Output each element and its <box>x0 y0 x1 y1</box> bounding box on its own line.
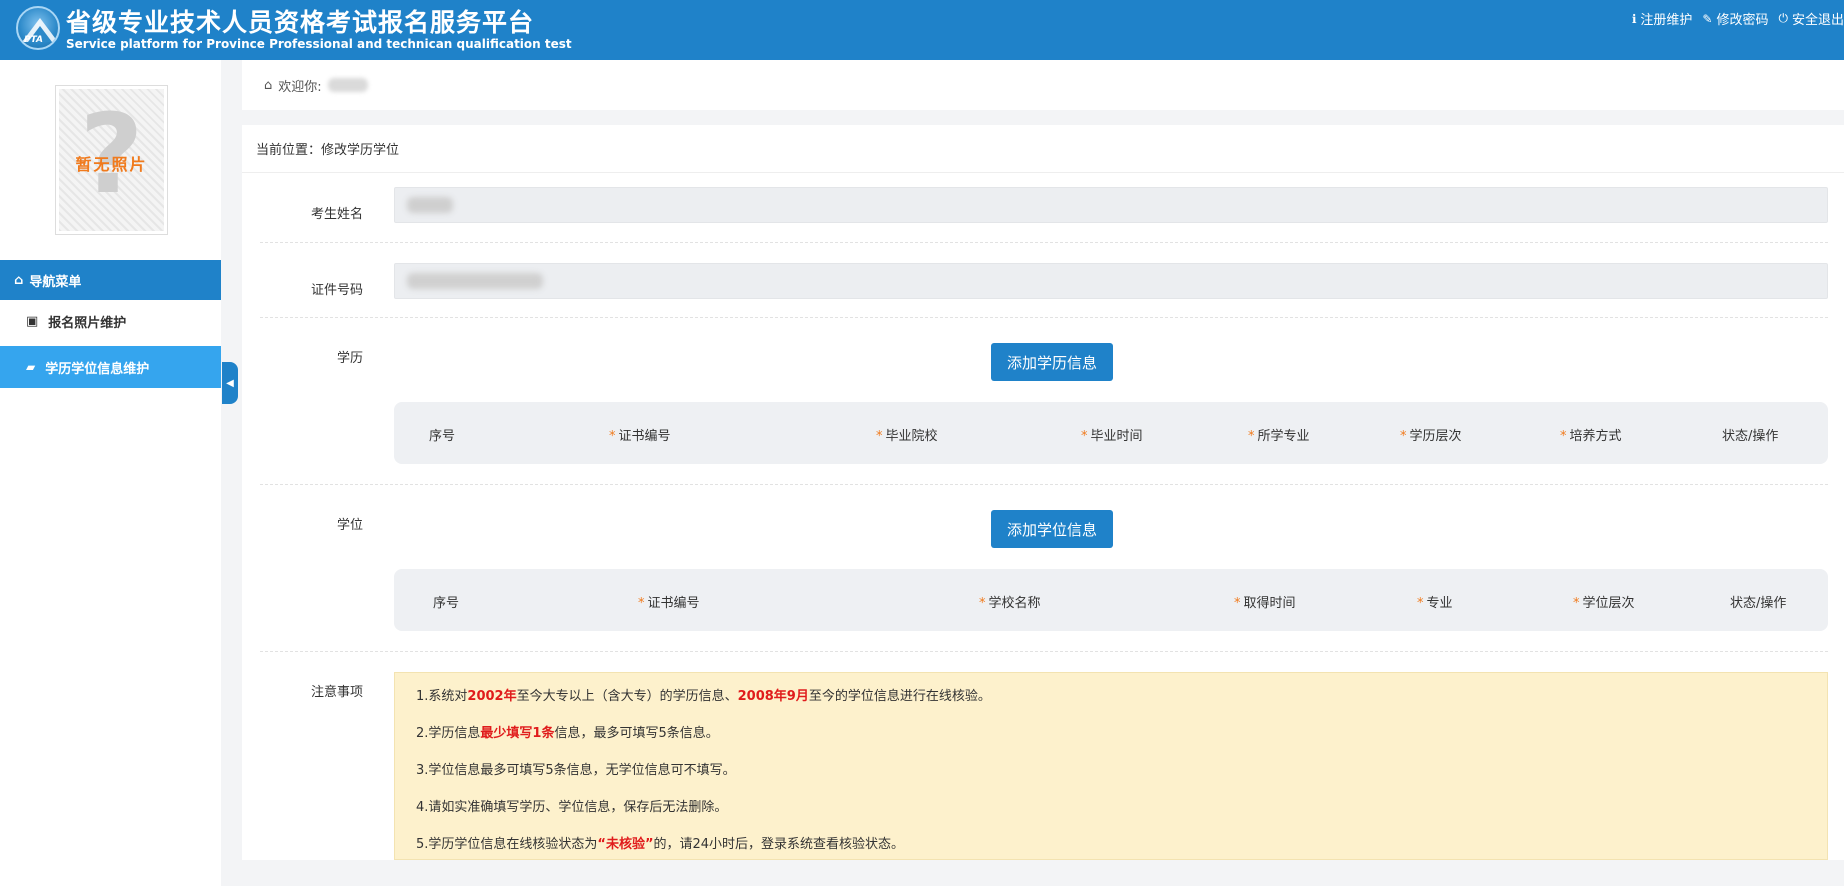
sidebar-item-education[interactable]: ▰ 学历学位信息维护 <box>0 346 221 388</box>
applicant-photo: ? 暂无照片 <box>55 85 168 235</box>
col-major: * 所学专业 <box>1248 429 1310 444</box>
notice-line-4: 4.请如实准确填写学历、学位信息，保存后无法删除。 <box>416 800 728 815</box>
breadcrumb: 当前位置：修改学历学位 <box>256 143 400 158</box>
chevron-left-icon: ◀ <box>226 377 234 389</box>
id-number-field[interactable] <box>394 263 1828 299</box>
redacted-id-number <box>407 273 543 289</box>
pta-logo: PTA <box>16 6 60 50</box>
col-education-level: * 学历层次 <box>1400 429 1462 444</box>
platform-subtitle: Service platform for Province Profession… <box>66 37 572 51</box>
notice-line-5: 5.学历学位信息在线核验状态为“未核验”的，请24小时后，登录系统查看核验状态。 <box>416 837 905 852</box>
name-label: 考生姓名 <box>310 207 363 222</box>
image-icon: ▣ <box>26 313 39 329</box>
col-status-action: 状态/操作 <box>1722 429 1779 444</box>
notice-line-1: 1.系统对2002年至今大专以上（含大专）的学历信息、2008年9月至今的学位信… <box>416 689 991 704</box>
nav-menu-title: 导航菜单 <box>29 274 82 290</box>
divider <box>260 317 1828 318</box>
notice-line-2: 2.学历信息最少填写1条信息，最多可填写5条信息。 <box>416 726 719 741</box>
nav-menu-header: ⌂ 导航菜单 <box>0 260 221 300</box>
col-major: * 专业 <box>1417 596 1453 611</box>
col-school-name: * 学校名称 <box>979 596 1041 611</box>
main-panel: 当前位置：修改学历学位 考生姓名 证件号码 学历 添加学历信息 序号 * 证书编号… <box>242 125 1844 860</box>
photo-placeholder: ? 暂无照片 <box>59 89 164 231</box>
sidebar-item-photo[interactable]: ▣ 报名照片维护 <box>0 300 221 342</box>
breadcrumb-divider <box>242 172 1844 173</box>
welcome-label: 欢迎你: <box>278 79 322 95</box>
notice-line-3: 3.学位信息最多可填写5条信息，无学位信息可不填写。 <box>416 763 736 778</box>
col-obtained-date: * 取得时间 <box>1234 596 1296 611</box>
degree-table-header: 序号 * 证书编号 * 学校名称 * 取得时间 * 专业 * 学位层次 状态/操作 <box>394 569 1828 631</box>
redacted-name <box>407 197 453 213</box>
col-study-mode: * 培养方式 <box>1560 429 1622 444</box>
platform-title: 省级专业技术人员资格考试报名服务平台 <box>66 8 535 37</box>
add-education-button[interactable]: 添加学历信息 <box>991 343 1113 381</box>
sidebar-item-label: 报名照片维护 <box>48 315 127 331</box>
register-maintain-link[interactable]: ℹ 注册维护 <box>1631 9 1693 29</box>
logo-text: PTA <box>24 35 44 45</box>
sidebar-collapse-toggle[interactable]: ◀ <box>222 362 238 404</box>
notice-box: 1.系统对2002年至今大专以上（含大专）的学历信息、2008年9月至今的学位信… <box>394 672 1828 860</box>
divider <box>260 651 1828 652</box>
col-graduation-date: * 毕业时间 <box>1081 429 1143 444</box>
register-maintain-label: 注册维护 <box>1640 13 1693 28</box>
col-index: 序号 <box>433 596 460 611</box>
change-password-link[interactable]: ✎ 修改密码 <box>1702 9 1769 29</box>
divider <box>260 242 1828 243</box>
power-icon: ⏻ <box>1778 11 1788 25</box>
col-cert-number: * 证书编号 <box>609 429 671 444</box>
col-degree-level: * 学位层次 <box>1573 596 1635 611</box>
education-label: 学历 <box>336 351 363 366</box>
bank-icon: ⌂ <box>264 77 273 93</box>
redacted-username <box>327 78 368 92</box>
edit-icon: ✎ <box>1702 11 1713 26</box>
notice-label: 注意事项 <box>310 685 363 700</box>
add-degree-button[interactable]: 添加学位信息 <box>991 510 1113 548</box>
id-number-label: 证件号码 <box>310 283 363 298</box>
no-photo-label: 暂无照片 <box>75 155 148 174</box>
col-cert-number: * 证书编号 <box>638 596 700 611</box>
graduation-cap-icon: ▰ <box>26 360 36 374</box>
degree-label: 学位 <box>336 518 363 533</box>
top-header: PTA 省级专业技术人员资格考试报名服务平台 Service platform … <box>0 0 1844 60</box>
col-school: * 毕业院校 <box>876 429 938 444</box>
change-password-label: 修改密码 <box>1716 13 1769 28</box>
logout-label: 安全退出 <box>1791 13 1844 28</box>
sidebar: ? 暂无照片 ⌂ 导航菜单 ▣ 报名照片维护 ▰ 学历学位信息维护 <box>0 60 221 886</box>
col-status-action: 状态/操作 <box>1730 596 1787 611</box>
info-circle-icon: ℹ <box>1631 11 1637 26</box>
divider <box>260 484 1828 485</box>
name-field[interactable] <box>394 187 1828 223</box>
logout-link[interactable]: ⏻ 安全退出 <box>1778 9 1844 28</box>
welcome-bar: ⌂ 欢迎你: <box>242 60 1844 110</box>
education-table-header: 序号 * 证书编号 * 毕业院校 * 毕业时间 * 所学专业 * 学历层次 * 培养方式 状… <box>394 402 1828 464</box>
sidebar-item-label: 学历学位信息维护 <box>45 361 150 377</box>
top-links: ℹ 注册维护 ✎ 修改密码 ⏻ 安全退出 <box>1632 9 1844 28</box>
col-index: 序号 <box>429 429 456 444</box>
home-icon: ⌂ <box>14 272 24 288</box>
